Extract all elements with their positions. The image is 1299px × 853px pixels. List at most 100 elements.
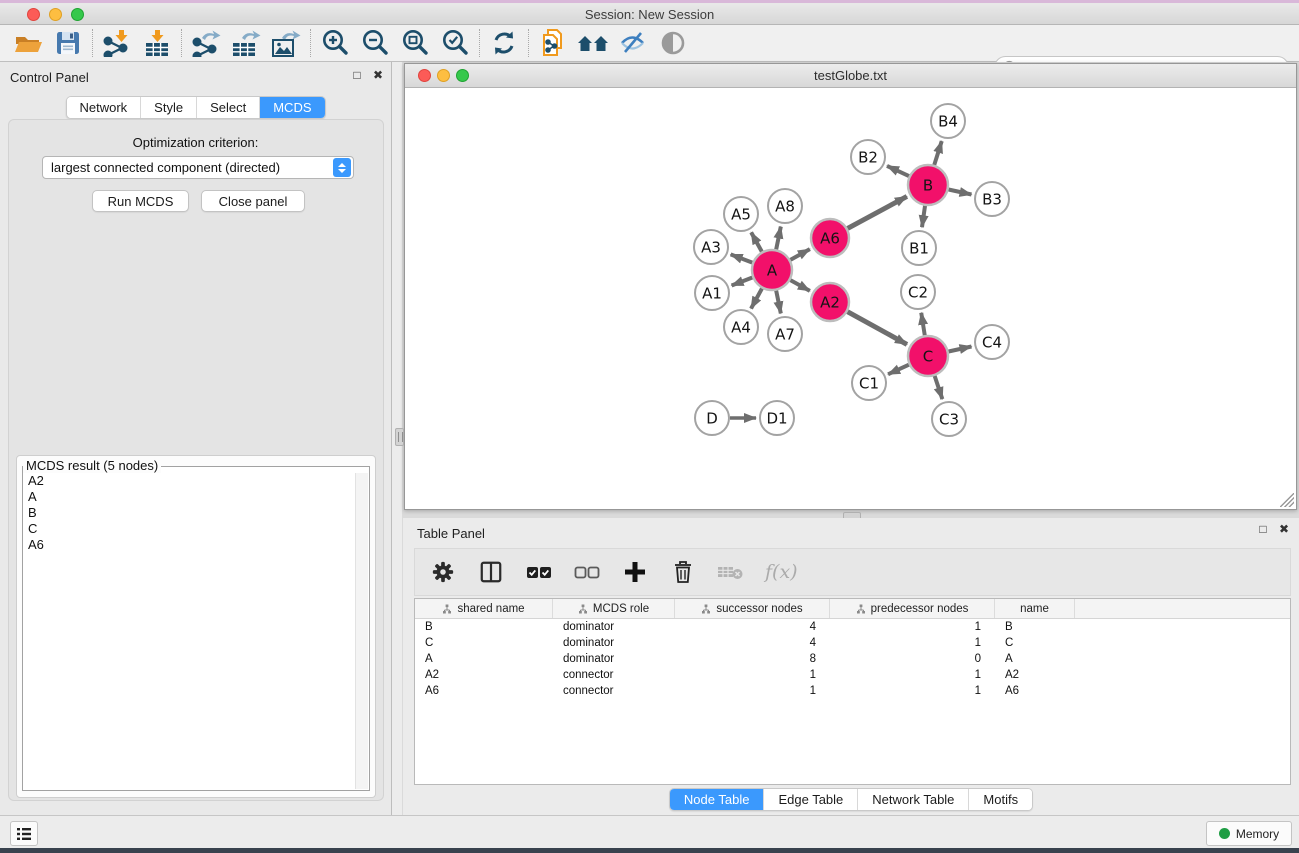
- edge-A-A7[interactable]: [776, 291, 781, 314]
- table-row[interactable]: Bdominator41B: [415, 619, 1290, 635]
- edge-A-A2[interactable]: [790, 280, 809, 291]
- cell-shared-name[interactable]: A: [415, 651, 553, 667]
- delete-column-button[interactable]: [669, 558, 697, 586]
- graph-node-C4[interactable]: C4: [975, 325, 1009, 359]
- import-table-button[interactable]: [137, 27, 177, 59]
- cell-shared-name[interactable]: A2: [415, 667, 553, 683]
- show-column-panel-button[interactable]: [477, 558, 505, 586]
- create-column-button[interactable]: [621, 558, 649, 586]
- edge-A-A1[interactable]: [732, 278, 753, 286]
- tab-style[interactable]: Style: [141, 97, 197, 118]
- cell-predecessor-nodes[interactable]: 1: [830, 683, 995, 699]
- first-neighbors-button[interactable]: [573, 27, 613, 59]
- graph-node-D1[interactable]: D1: [760, 401, 794, 435]
- cell-predecessor-nodes[interactable]: 1: [830, 619, 995, 635]
- edge-A2-C[interactable]: [848, 312, 907, 345]
- graph-node-C3[interactable]: C3: [932, 402, 966, 436]
- graph-node-A4[interactable]: A4: [724, 310, 758, 344]
- criterion-dropdown[interactable]: largest connected component (directed): [42, 156, 354, 179]
- save-session-button[interactable]: [48, 27, 88, 59]
- graph-node-B4[interactable]: B4: [931, 104, 965, 138]
- zoom-fit-button[interactable]: [395, 27, 435, 59]
- cell-successor-nodes[interactable]: 8: [675, 651, 830, 667]
- float-table-panel-icon[interactable]: □: [1259, 522, 1266, 536]
- window-resize-grip[interactable]: [1280, 493, 1294, 507]
- tab-edge-table[interactable]: Edge Table: [764, 789, 858, 810]
- edge-B-B1[interactable]: [922, 206, 925, 227]
- network-graph[interactable]: AA1A2A3A4A5A6A7A8BB1B2B3B4CC1C2C3C4DD1: [405, 89, 1296, 510]
- edge-A-A4[interactable]: [751, 288, 762, 308]
- network-window-titlebar[interactable]: testGlobe.txt: [405, 64, 1296, 88]
- graph-node-B3[interactable]: B3: [975, 182, 1009, 216]
- graph-node-A1[interactable]: A1: [695, 276, 729, 310]
- graph-node-B[interactable]: B: [908, 165, 948, 205]
- cell-name[interactable]: B: [995, 619, 1075, 635]
- delete-table-button[interactable]: [717, 558, 745, 586]
- edge-B-B2[interactable]: [887, 166, 909, 176]
- mcds-result-list[interactable]: A2ABCA6: [24, 473, 355, 789]
- edge-A-A8[interactable]: [776, 227, 781, 250]
- edge-C-C1[interactable]: [888, 365, 909, 375]
- result-list-item[interactable]: A: [24, 489, 355, 505]
- table-row[interactable]: Adominator80A: [415, 651, 1290, 667]
- graph-node-B2[interactable]: B2: [851, 140, 885, 174]
- table-row[interactable]: Cdominator41C: [415, 635, 1290, 651]
- cell-predecessor-nodes[interactable]: 0: [830, 651, 995, 667]
- cell-shared-name[interactable]: C: [415, 635, 553, 651]
- cell-MCDS-role[interactable]: dominator: [553, 651, 675, 667]
- edge-C-C4[interactable]: [949, 346, 972, 351]
- table-settings-button[interactable]: [429, 558, 457, 586]
- vertical-split-grip[interactable]: [395, 428, 404, 446]
- cell-predecessor-nodes[interactable]: 1: [830, 667, 995, 683]
- graph-node-C[interactable]: C: [908, 336, 948, 376]
- refresh-layout-button[interactable]: [484, 27, 524, 59]
- cell-successor-nodes[interactable]: 1: [675, 667, 830, 683]
- cell-name[interactable]: A: [995, 651, 1075, 667]
- edge-B-B4[interactable]: [934, 141, 941, 165]
- cell-MCDS-role[interactable]: dominator: [553, 619, 675, 635]
- zoom-selected-button[interactable]: [435, 27, 475, 59]
- cell-shared-name[interactable]: B: [415, 619, 553, 635]
- graph-node-A8[interactable]: A8: [768, 189, 802, 223]
- edge-A-A6[interactable]: [790, 249, 809, 260]
- task-history-button[interactable]: [10, 821, 38, 846]
- export-image-button[interactable]: [266, 27, 306, 59]
- graph-node-A[interactable]: A: [752, 250, 792, 290]
- tab-select[interactable]: Select: [197, 97, 260, 118]
- deselect-all-rows-button[interactable]: [573, 558, 601, 586]
- cell-predecessor-nodes[interactable]: 1: [830, 635, 995, 651]
- import-network-button[interactable]: [97, 27, 137, 59]
- cell-successor-nodes[interactable]: 4: [675, 619, 830, 635]
- close-panel-icon[interactable]: ✖: [373, 68, 383, 82]
- column-header-shared-name[interactable]: shared name: [415, 599, 553, 618]
- close-panel-button[interactable]: Close panel: [201, 190, 305, 212]
- result-list-item[interactable]: C: [24, 521, 355, 537]
- result-list-scrollbar[interactable]: [355, 473, 368, 789]
- cell-name[interactable]: A6: [995, 683, 1075, 699]
- export-network-button[interactable]: [186, 27, 226, 59]
- graph-node-A3[interactable]: A3: [694, 230, 728, 264]
- graph-node-A7[interactable]: A7: [768, 317, 802, 351]
- edge-C-C2[interactable]: [921, 313, 925, 336]
- edge-A-A5[interactable]: [751, 232, 762, 251]
- cell-MCDS-role[interactable]: connector: [553, 683, 675, 699]
- memory-button[interactable]: Memory: [1206, 821, 1292, 846]
- close-table-panel-icon[interactable]: ✖: [1279, 522, 1289, 536]
- cell-MCDS-role[interactable]: connector: [553, 667, 675, 683]
- column-header-predecessor-nodes[interactable]: predecessor nodes: [830, 599, 995, 618]
- column-header-successor-nodes[interactable]: successor nodes: [675, 599, 830, 618]
- export-table-button[interactable]: [226, 27, 266, 59]
- graph-node-B1[interactable]: B1: [902, 231, 936, 265]
- apply-function-button[interactable]: f(x): [765, 558, 798, 586]
- edge-A6-B[interactable]: [848, 196, 907, 228]
- cell-successor-nodes[interactable]: 1: [675, 683, 830, 699]
- graph-node-C2[interactable]: C2: [901, 275, 935, 309]
- tab-node-table[interactable]: Node Table: [670, 789, 765, 810]
- graph-node-A6[interactable]: A6: [811, 219, 849, 257]
- result-list-item[interactable]: A2: [24, 473, 355, 489]
- tab-network[interactable]: Network: [66, 97, 141, 118]
- cell-MCDS-role[interactable]: dominator: [553, 635, 675, 651]
- hide-selected-button[interactable]: [613, 27, 653, 59]
- open-session-button[interactable]: [8, 27, 48, 59]
- tab-mcds[interactable]: MCDS: [260, 97, 324, 118]
